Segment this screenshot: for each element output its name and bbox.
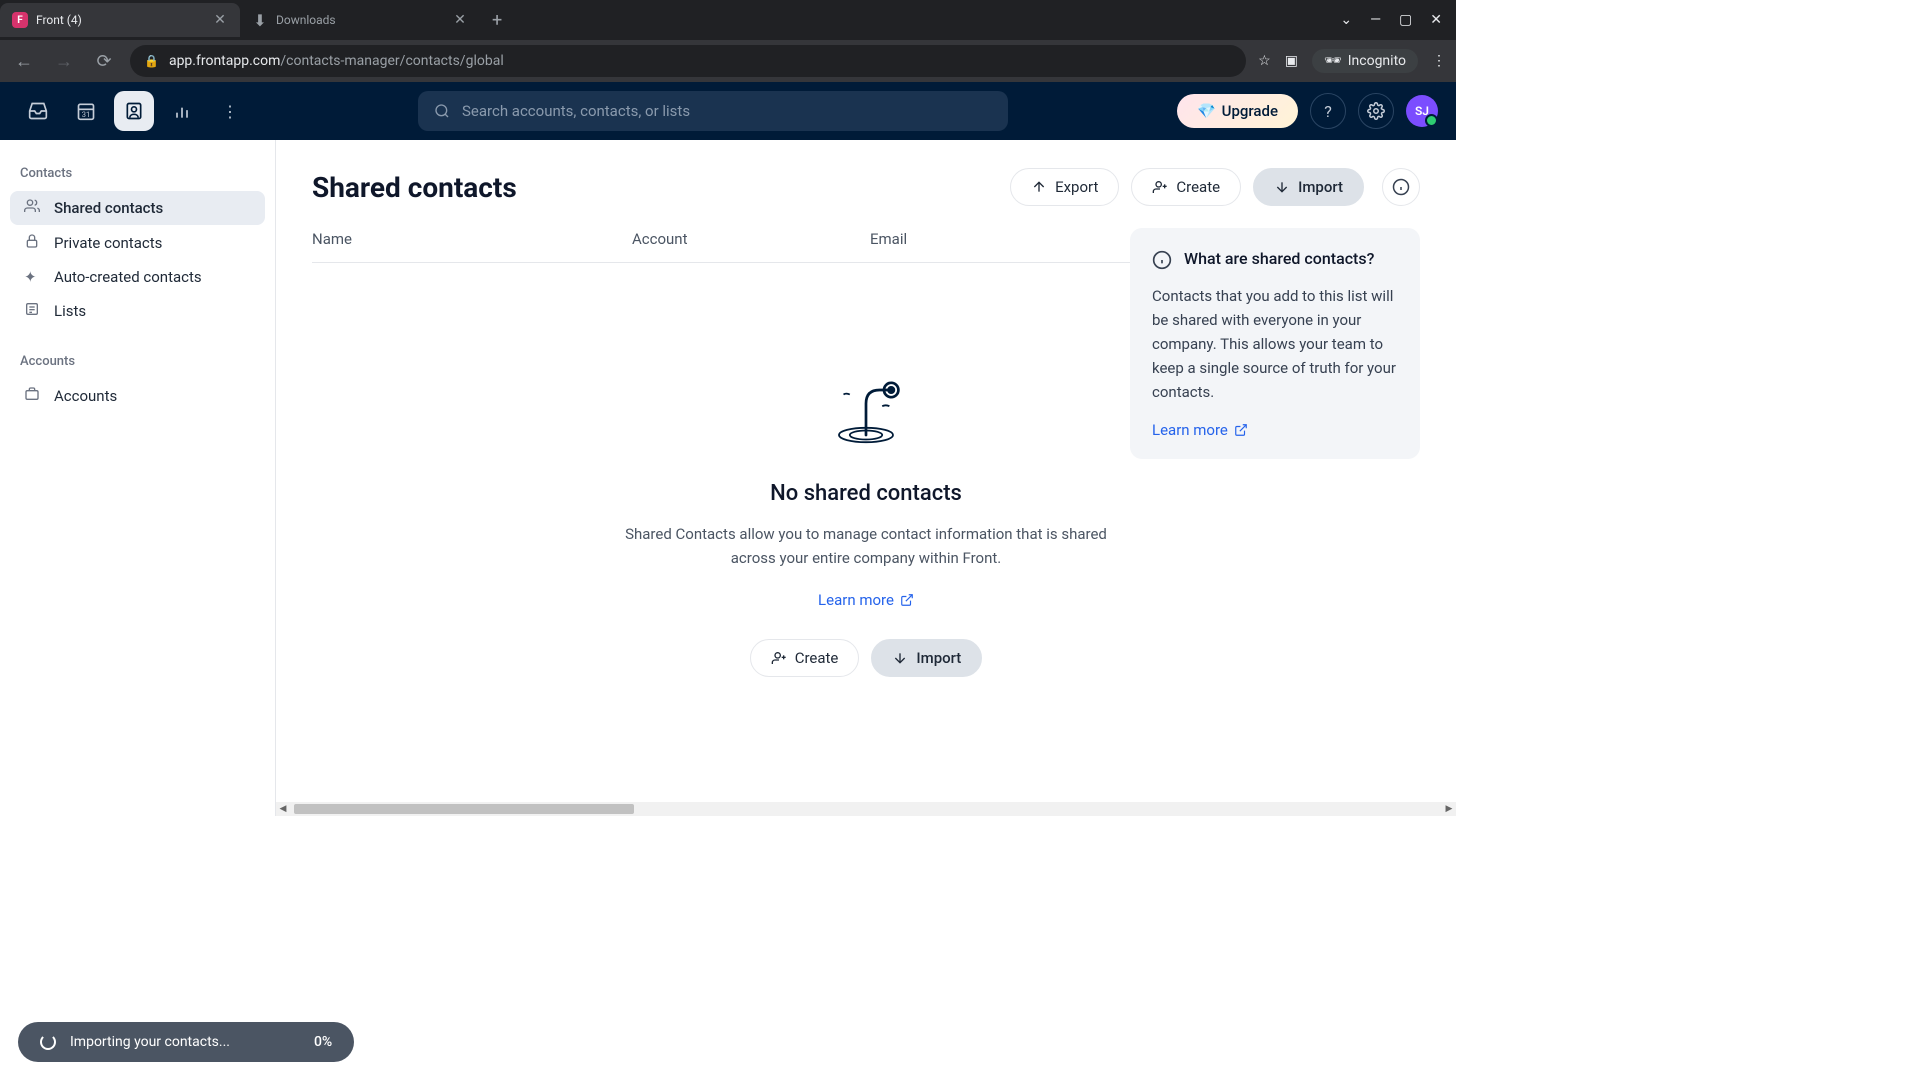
tab-close-icon[interactable]: ✕ bbox=[212, 12, 228, 28]
incognito-icon: 🕶 bbox=[1324, 53, 1342, 69]
tab-title: Front (4) bbox=[36, 13, 204, 27]
scroll-left-icon[interactable]: ◀ bbox=[276, 804, 290, 814]
sidebar-section-contacts: Contacts bbox=[10, 160, 265, 191]
sidebar-item-label: Auto-created contacts bbox=[54, 268, 202, 286]
toast-percent: 0% bbox=[314, 1034, 332, 1050]
scroll-right-icon[interactable]: ▶ bbox=[1442, 804, 1456, 814]
info-button[interactable] bbox=[1382, 168, 1420, 206]
info-icon bbox=[1392, 178, 1410, 196]
settings-icon[interactable] bbox=[1358, 93, 1394, 129]
browser-tab-strip: F Front (4) ✕ ⬇ Downloads ✕ + ⌄ — ▢ ✕ bbox=[0, 0, 1456, 40]
url-text: app.frontapp.com/contacts-manager/contac… bbox=[169, 53, 504, 69]
horizontal-scrollbar[interactable]: ◀ ▶ bbox=[276, 802, 1456, 816]
download-icon bbox=[1274, 179, 1290, 195]
browser-menu-icon[interactable]: ⋮ bbox=[1432, 53, 1446, 69]
sidebar-item-label: Lists bbox=[54, 302, 86, 320]
info-icon bbox=[1152, 250, 1172, 270]
export-button[interactable]: Export bbox=[1010, 168, 1119, 206]
search-input[interactable] bbox=[462, 102, 992, 120]
forward-button[interactable]: → bbox=[50, 51, 78, 72]
column-account[interactable]: Account bbox=[632, 230, 870, 248]
sidebar-item-private-contacts[interactable]: Private contacts bbox=[10, 226, 265, 260]
bookmark-icon[interactable]: ☆ bbox=[1258, 53, 1271, 69]
import-toast: Importing your contacts... 0% bbox=[18, 1022, 354, 1062]
svg-text:31: 31 bbox=[82, 110, 90, 119]
column-name[interactable]: Name bbox=[312, 230, 632, 248]
back-button[interactable]: ← bbox=[10, 51, 38, 72]
browser-tab-downloads[interactable]: ⬇ Downloads ✕ bbox=[240, 3, 480, 37]
page-title: Shared contacts bbox=[312, 171, 517, 204]
app-header: 31 ⋮ 💎 Upgrade ? SJ bbox=[0, 82, 1456, 140]
create-button[interactable]: Create bbox=[1131, 168, 1241, 206]
info-panel: What are shared contacts? Contacts that … bbox=[1130, 228, 1420, 459]
empty-import-button[interactable]: Import bbox=[871, 639, 982, 677]
upload-icon bbox=[1031, 179, 1047, 195]
download-icon bbox=[892, 650, 908, 666]
periscope-illustration bbox=[821, 363, 911, 453]
window-maximize[interactable]: ▢ bbox=[1399, 12, 1412, 28]
sidebar-item-auto-created-contacts[interactable]: ✦ Auto-created contacts bbox=[10, 261, 265, 293]
users-icon bbox=[24, 198, 42, 218]
sidebar-item-accounts[interactable]: Accounts bbox=[10, 379, 265, 413]
download-icon: ⬇ bbox=[252, 12, 268, 28]
info-panel-learn-more-link[interactable]: Learn more bbox=[1152, 421, 1248, 439]
window-minimize[interactable]: — bbox=[1370, 12, 1381, 28]
sidebar: Contacts Shared contacts Private contact… bbox=[0, 140, 276, 816]
search-bar[interactable] bbox=[418, 91, 1008, 131]
spinner-icon bbox=[40, 1034, 56, 1050]
nav-more-icon[interactable]: ⋮ bbox=[210, 91, 250, 131]
external-link-icon bbox=[900, 593, 914, 607]
search-icon bbox=[434, 103, 450, 119]
window-controls: ⌄ — ▢ ✕ bbox=[1340, 12, 1456, 28]
user-plus-icon bbox=[1152, 179, 1168, 195]
sidebar-section-accounts: Accounts bbox=[10, 348, 265, 379]
nav-analytics-icon[interactable] bbox=[162, 91, 202, 131]
import-button[interactable]: Import bbox=[1253, 168, 1364, 206]
empty-create-button[interactable]: Create bbox=[750, 639, 860, 677]
browser-tab-front[interactable]: F Front (4) ✕ bbox=[0, 3, 240, 37]
tab-title: Downloads bbox=[276, 13, 444, 27]
lock-icon bbox=[24, 233, 42, 253]
lock-icon: 🔒 bbox=[144, 54, 159, 68]
nav-calendar-icon[interactable]: 31 bbox=[66, 91, 106, 131]
help-icon[interactable]: ? bbox=[1310, 93, 1346, 129]
address-bar[interactable]: 🔒 app.frontapp.com/contacts-manager/cont… bbox=[130, 45, 1246, 77]
sidebar-item-label: Accounts bbox=[54, 387, 117, 405]
user-plus-icon bbox=[771, 650, 787, 666]
incognito-badge[interactable]: 🕶 Incognito bbox=[1312, 49, 1418, 73]
learn-more-link[interactable]: Learn more bbox=[818, 591, 914, 609]
scroll-thumb[interactable] bbox=[294, 804, 634, 814]
sidebar-item-lists[interactable]: Lists bbox=[10, 294, 265, 328]
favicon-front: F bbox=[12, 12, 28, 28]
reload-button[interactable]: ⟳ bbox=[90, 51, 118, 72]
empty-title: No shared contacts bbox=[616, 481, 1116, 506]
sidebar-item-shared-contacts[interactable]: Shared contacts bbox=[10, 191, 265, 225]
empty-description: Shared Contacts allow you to manage cont… bbox=[616, 522, 1116, 570]
info-panel-title: What are shared contacts? bbox=[1184, 248, 1374, 270]
browser-toolbar: ← → ⟳ 🔒 app.frontapp.com/contacts-manage… bbox=[0, 40, 1456, 82]
new-tab-button[interactable]: + bbox=[480, 10, 514, 31]
toast-message: Importing your contacts... bbox=[70, 1034, 230, 1050]
window-dropdown[interactable]: ⌄ bbox=[1340, 12, 1352, 28]
diamond-icon: 💎 bbox=[1197, 102, 1216, 120]
main-content: Shared contacts Export Create Import bbox=[276, 140, 1456, 816]
info-panel-body: Contacts that you add to this list will … bbox=[1152, 284, 1398, 404]
nav-inbox-icon[interactable] bbox=[18, 91, 58, 131]
tab-close-icon[interactable]: ✕ bbox=[452, 12, 468, 28]
briefcase-icon bbox=[24, 386, 42, 406]
user-avatar[interactable]: SJ bbox=[1406, 95, 1438, 127]
sparkles-icon: ✦ bbox=[24, 268, 42, 286]
nav-contacts-icon[interactable] bbox=[114, 91, 154, 131]
window-close[interactable]: ✕ bbox=[1430, 12, 1442, 28]
empty-state: No shared contacts Shared Contacts allow… bbox=[616, 263, 1116, 677]
list-icon bbox=[24, 301, 42, 321]
sidebar-item-label: Private contacts bbox=[54, 234, 162, 252]
upgrade-button[interactable]: 💎 Upgrade bbox=[1177, 94, 1298, 128]
sidebar-item-label: Shared contacts bbox=[54, 199, 163, 217]
external-link-icon bbox=[1234, 423, 1248, 437]
extensions-icon[interactable]: ▣ bbox=[1285, 53, 1298, 69]
